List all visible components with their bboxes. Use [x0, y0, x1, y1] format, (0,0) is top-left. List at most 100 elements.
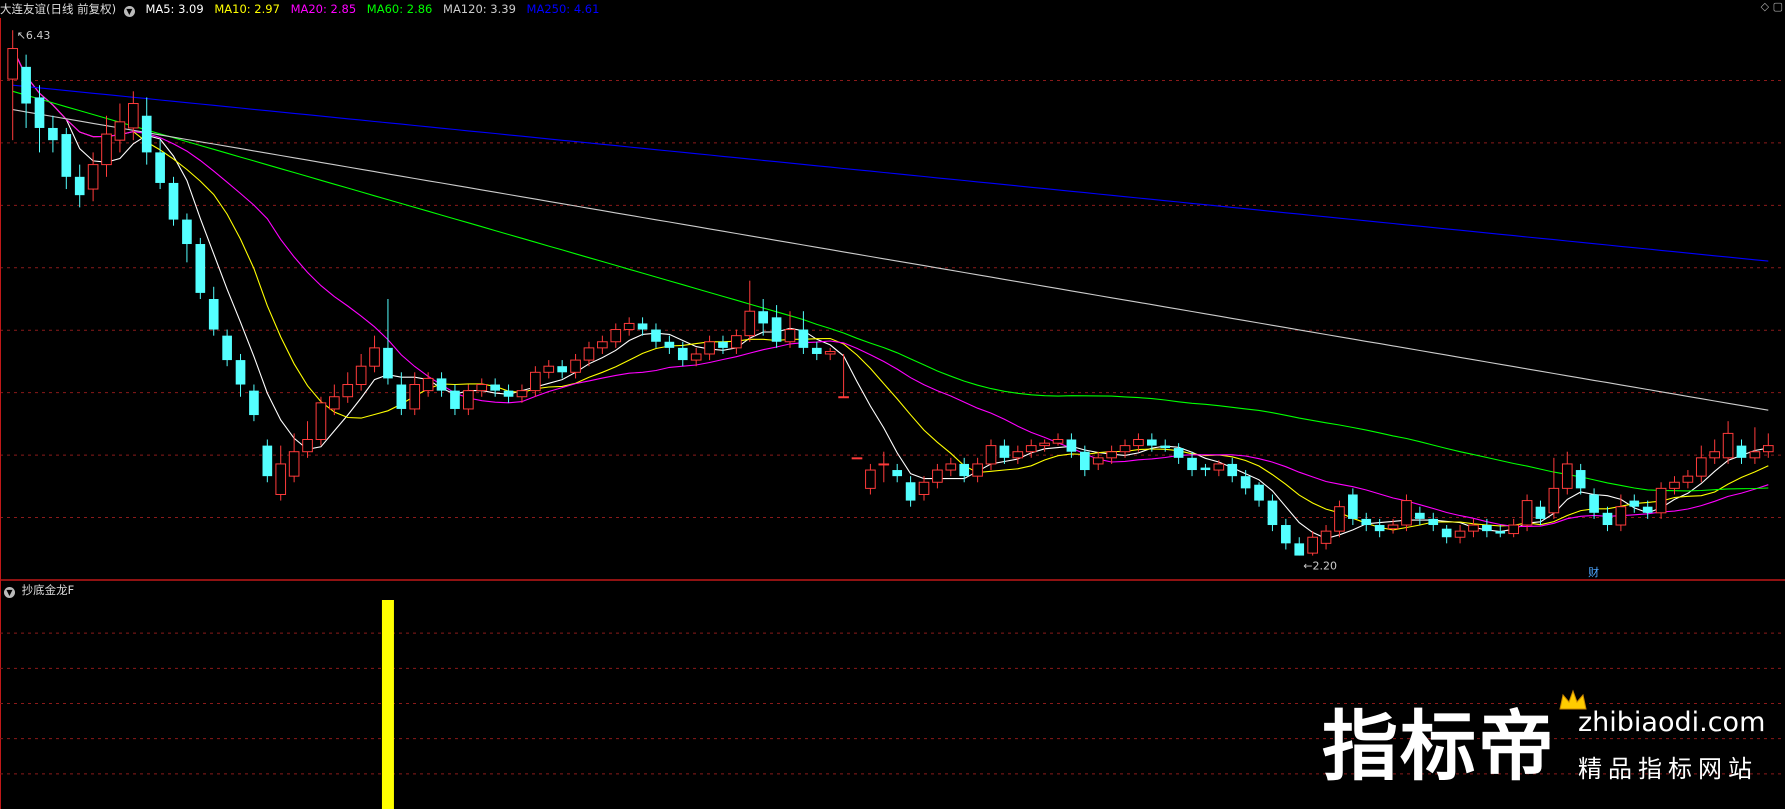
candle-body-down	[262, 445, 273, 477]
candle-body-down	[1428, 518, 1439, 526]
candle-body-down	[1160, 445, 1171, 449]
candle-body-down	[235, 360, 246, 385]
candle-body-up	[597, 341, 608, 349]
event-marker: 财	[1588, 565, 1599, 579]
candle-body-up	[1508, 524, 1519, 535]
candle-body-down	[1629, 500, 1640, 507]
chart-header: 大连友谊(日线 前复权) ▼ MA5: 3.09 MA10: 2.97 MA20…	[0, 0, 606, 18]
candle-body-down	[1589, 494, 1599, 513]
candle-body-down	[1642, 506, 1653, 513]
candle-body-down	[677, 347, 688, 361]
watermark-logo-text: 指标帝	[1322, 702, 1556, 791]
candle-body-down	[1361, 518, 1372, 526]
candle-body-up	[1320, 530, 1332, 544]
candle-body-down	[396, 384, 407, 409]
trading-chart: ↖6.43←2.20财跌预	[0, 0, 1785, 809]
chevron-down-icon[interactable]: ▼	[4, 587, 15, 598]
candle-body-down	[637, 323, 648, 330]
ma20-label: MA20: 2.85	[290, 2, 357, 16]
candle-body-up	[1695, 457, 1707, 477]
candle-body-up	[1039, 442, 1050, 447]
candle-body-down	[758, 311, 769, 324]
candle-body-up	[1213, 463, 1225, 471]
candle-body-up	[369, 347, 380, 367]
candle-body-down	[959, 463, 970, 477]
candle-body-up	[1401, 500, 1412, 526]
ma120-label: MA120: 3.39	[443, 2, 516, 16]
candle-body-down	[1147, 439, 1157, 446]
candle-body-up	[422, 377, 434, 392]
candle-body-up	[1749, 451, 1761, 459]
candle-body-up	[1025, 445, 1037, 453]
candle-body-up	[329, 396, 340, 410]
candle-body-up	[1655, 487, 1667, 514]
candle-body-down	[1227, 463, 1238, 477]
restore-icon[interactable]: ◇	[1761, 0, 1769, 13]
candle-body-down	[1079, 451, 1090, 471]
watermark: 指标帝 zhibiaodi.com 精品指标网站	[1322, 689, 1782, 797]
candle-body-up	[543, 365, 555, 373]
candle-body-up	[972, 463, 983, 477]
candle-body-up	[1669, 481, 1680, 489]
candle-body-up	[824, 351, 836, 355]
candle-body-down	[557, 366, 567, 373]
candle-body-up	[114, 121, 126, 141]
candle-body-up	[918, 481, 930, 495]
candle-body-down	[1254, 484, 1264, 501]
candle-body-down	[651, 329, 661, 342]
candle-body-down	[490, 384, 500, 391]
stock-title: 大连友谊(日线 前复权)	[0, 2, 117, 16]
candle-body-up	[1548, 487, 1560, 514]
candle-body-up	[1387, 524, 1399, 530]
candle-body-up	[101, 133, 112, 166]
candle-body-down	[1173, 448, 1184, 458]
kline-chart-svg[interactable]: ↖6.43←2.20财跌预	[0, 0, 1785, 809]
candle-body-down	[1535, 506, 1546, 519]
ma250-line	[12, 84, 1769, 262]
candle-body-up	[530, 371, 541, 392]
candle-body-up	[1012, 451, 1024, 459]
candle-body-up	[1133, 439, 1144, 447]
candle-body-down	[905, 482, 916, 501]
candle-body-up	[1722, 432, 1734, 459]
candle-body-down	[141, 115, 152, 153]
candle-body-up	[7, 48, 19, 80]
maximize-icon[interactable]: ▢	[1773, 0, 1783, 13]
candle-body-up	[1521, 500, 1533, 526]
candle-body-up	[516, 390, 528, 398]
candle-body-up	[409, 384, 421, 410]
candle-body-down	[249, 390, 259, 416]
candle-body-up	[342, 384, 354, 398]
indicator-header: ▼ 抄底金龙F	[4, 582, 74, 598]
candle-body-up	[851, 457, 863, 460]
candle-body-up	[865, 469, 876, 489]
candle-body-down	[1575, 470, 1586, 489]
watermark-url: zhibiaodi.com	[1578, 707, 1766, 738]
candle-body-down	[34, 97, 45, 128]
candle-body-down	[1267, 500, 1278, 526]
candle-body-up	[1119, 445, 1131, 453]
ma60-label: MA60: 2.86	[366, 2, 433, 16]
candle-body-up	[275, 463, 287, 495]
candle-body-down	[208, 299, 219, 330]
candle-body-down	[1495, 531, 1506, 534]
candle-body-up	[1561, 463, 1573, 489]
candle-body-up	[878, 463, 890, 466]
candle-body-up	[610, 329, 622, 343]
candle-body-up	[1307, 536, 1318, 554]
candle-body-down	[383, 347, 393, 379]
candle-body-down	[21, 66, 31, 104]
candle-body-down	[798, 329, 809, 348]
candle-body-up	[1454, 530, 1466, 538]
indicator-title: 抄底金龙F	[21, 583, 75, 597]
candle-body-up	[945, 463, 957, 471]
candle-body-up	[1052, 439, 1064, 444]
chevron-down-icon[interactable]: ▼	[123, 6, 135, 17]
candle-body-down	[436, 378, 447, 391]
candle-body-down	[450, 390, 460, 409]
candle-body-up	[1092, 457, 1104, 465]
candle-body-down	[1602, 512, 1613, 526]
candle-body-down	[503, 390, 514, 397]
candle-body-up	[838, 396, 849, 399]
candle-body-down	[168, 182, 179, 220]
